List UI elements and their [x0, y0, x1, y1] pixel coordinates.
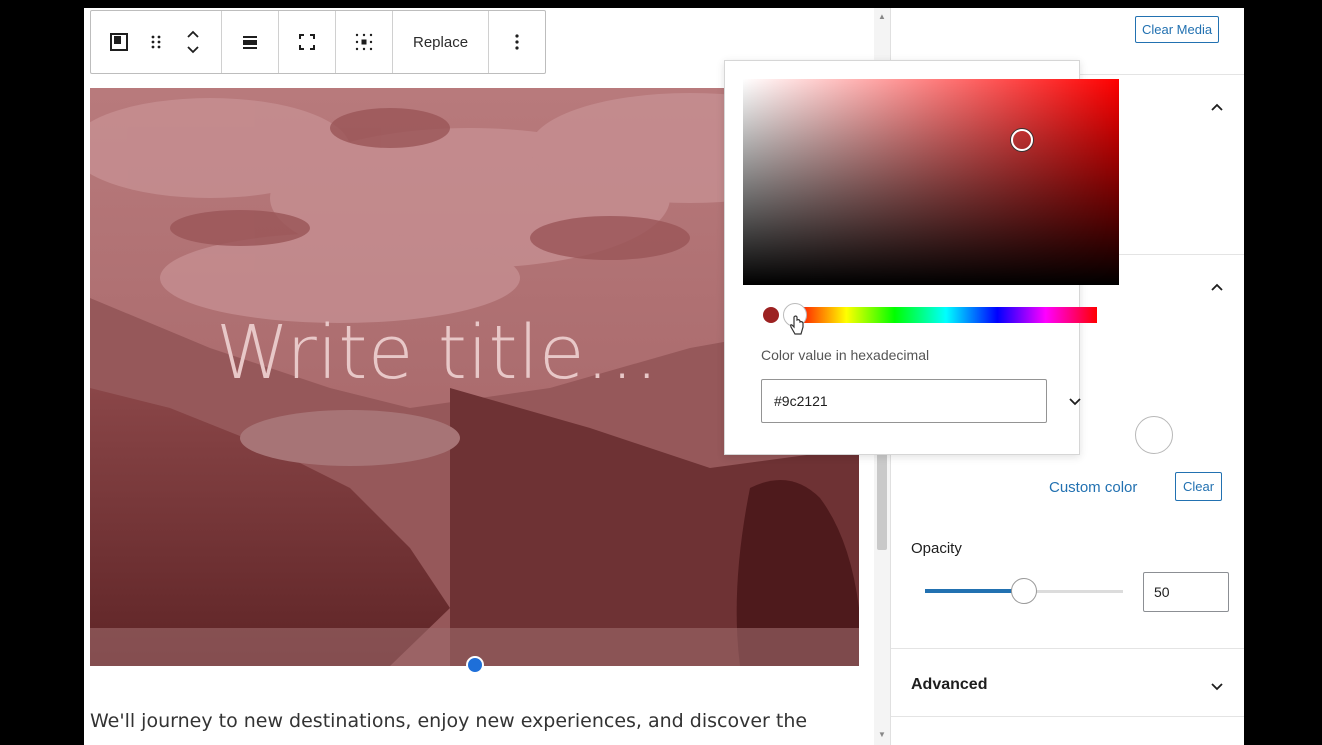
clear-color-button[interactable]: Clear	[1175, 472, 1223, 501]
scroll-up-icon[interactable]: ▲	[878, 12, 886, 21]
opacity-slider-thumb[interactable]	[1011, 578, 1037, 604]
chevron-down-icon[interactable]	[1067, 393, 1083, 409]
hex-color-input[interactable]: #9c2121	[761, 379, 1047, 423]
cover-resize-handle[interactable]	[466, 656, 484, 674]
full-height-icon[interactable]	[285, 20, 329, 64]
current-color-swatch	[763, 307, 779, 323]
move-up-down-icon[interactable]	[171, 20, 215, 64]
replace-button[interactable]: Replace	[399, 11, 482, 73]
opacity-label: Opacity	[911, 540, 962, 557]
saturation-brightness-area[interactable]	[743, 79, 1119, 285]
more-options-icon[interactable]	[495, 20, 539, 64]
toolbar-group-align	[222, 11, 279, 73]
hand-cursor-icon	[790, 315, 804, 335]
drag-handle-icon[interactable]	[141, 20, 171, 64]
chevron-up-icon[interactable]	[1209, 280, 1225, 296]
sidebar-divider	[891, 716, 1244, 717]
saturation-pointer[interactable]	[1011, 129, 1033, 151]
toolbar-group-more	[489, 11, 545, 73]
advanced-panel-toggle[interactable]: Advanced	[911, 676, 987, 694]
scrollbar-thumb[interactable]	[877, 448, 887, 550]
toolbar-group-fullheight	[279, 11, 336, 73]
sidebar-divider	[891, 648, 1244, 649]
cover-block-icon[interactable]	[97, 20, 141, 64]
chevron-up-icon[interactable]	[1209, 100, 1225, 116]
block-toolbar: Replace	[90, 10, 547, 74]
scroll-down-icon[interactable]: ▼	[878, 730, 886, 739]
cover-title-placeholder[interactable]: Write title…	[216, 310, 660, 396]
chevron-down-icon[interactable]	[1209, 678, 1225, 694]
clear-media-button[interactable]: Clear Media	[1135, 16, 1220, 43]
position-grid-icon[interactable]	[342, 20, 386, 64]
color-swatch-white[interactable]	[1135, 416, 1173, 454]
hex-label: Color value in hexadecimal	[761, 347, 930, 363]
toolbar-group-block	[91, 11, 222, 73]
editor-window: Replace Write title… We'll journey to ne…	[84, 8, 1244, 745]
color-picker-popover: Color value in hexadecimal #9c2121	[724, 60, 1119, 455]
toolbar-group-replace: Replace	[393, 11, 490, 73]
align-icon[interactable]	[228, 20, 272, 64]
toolbar-group-position	[336, 11, 393, 73]
paragraph-block[interactable]: We'll journey to new destinations, enjoy…	[90, 710, 807, 732]
opacity-slider-fill	[925, 589, 1024, 593]
opacity-input[interactable]: 50	[1143, 572, 1229, 612]
hue-slider[interactable]	[795, 307, 1097, 323]
custom-color-link[interactable]: Custom color	[1049, 479, 1137, 496]
